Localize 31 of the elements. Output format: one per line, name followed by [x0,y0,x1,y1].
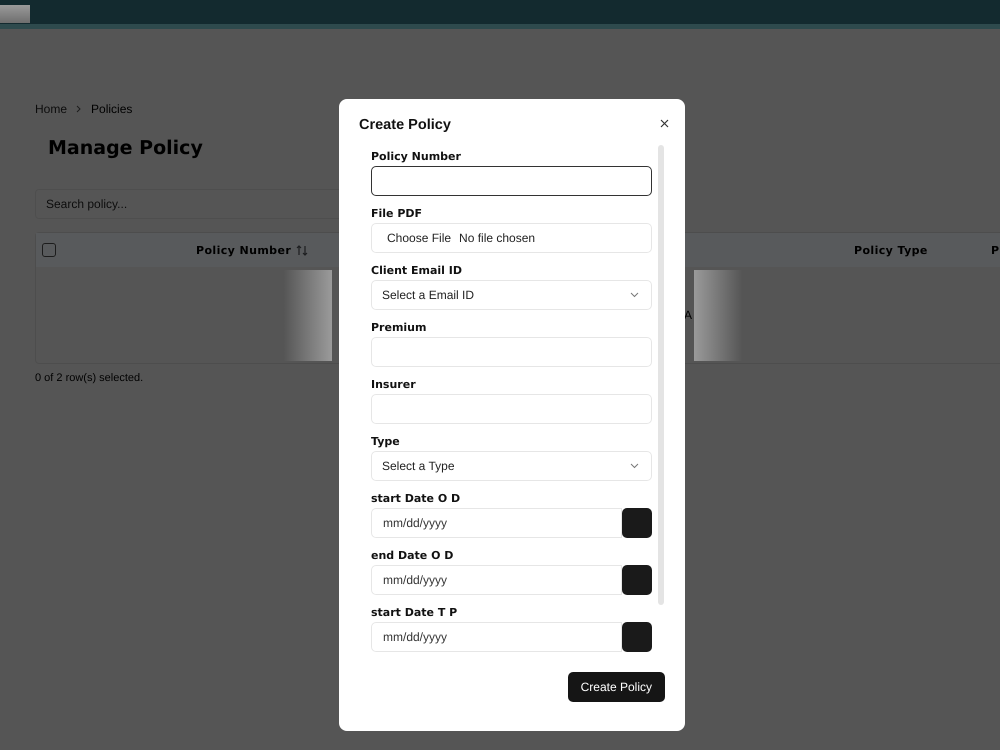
sort-icon[interactable] [296,244,308,256]
calendar-button[interactable] [622,622,652,652]
field-label: Client Email ID [371,264,462,279]
top-tab[interactable] [0,5,30,23]
page-title: Manage Policy [48,137,203,159]
calendar-button[interactable] [622,508,652,538]
date-field[interactable]: mm/dd/yyyy [371,622,622,652]
dialog-title: Create Policy [359,117,451,135]
field-label: end Date O D [371,549,454,564]
select-all-checkbox[interactable] [42,243,56,257]
field-label: Policy Number [371,150,461,165]
field-label: start Date O D [371,492,460,507]
chevron-right-icon [76,105,82,113]
input-field[interactable] [371,166,652,196]
close-icon[interactable] [660,119,669,128]
file-input[interactable]: Choose File No file chosen [371,223,652,253]
chevron-down-icon [630,463,639,469]
field-label: Premium [371,321,426,336]
chevron-down-icon [630,292,639,298]
select-dropdown[interactable]: Select a Type [371,451,652,481]
field-label: Type [371,435,400,450]
date-field[interactable]: mm/dd/yyyy [371,565,622,595]
field-label: start Date T P [371,606,458,621]
date-field[interactable]: mm/dd/yyyy [371,508,622,538]
field-label: Insurer [371,378,416,393]
selection-status: 0 of 2 row(s) selected. [35,372,144,384]
calendar-button[interactable] [622,565,652,595]
scrollbar[interactable] [658,145,664,605]
select-dropdown[interactable]: Select a Email ID [371,280,652,310]
create-policy-button[interactable]: Create Policy [568,672,665,702]
field-label: File PDF [371,207,422,222]
